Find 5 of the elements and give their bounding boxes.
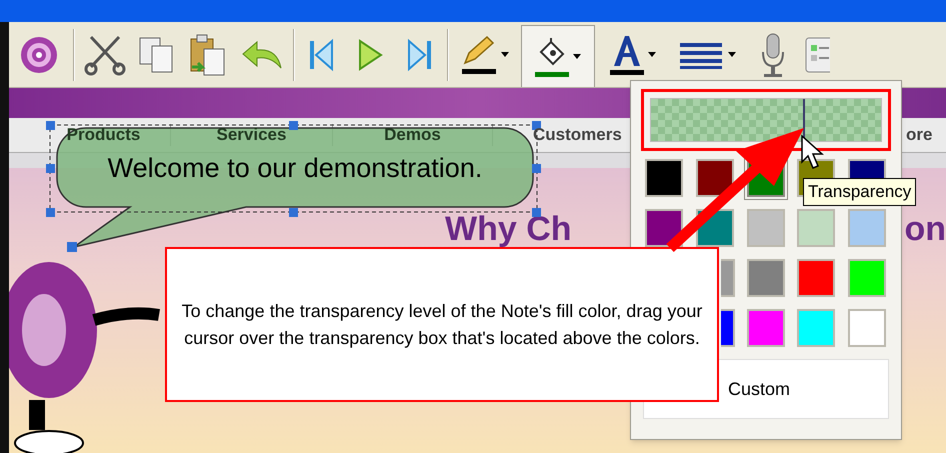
page-heading: on — [904, 212, 946, 246]
note-text: Welcome to our demonstration. — [106, 152, 484, 184]
tooltip: Transparency — [803, 178, 916, 206]
instruction-text: To change the transparency level of the Note's fill color, drag your cursor over the transparency box that's located above the colors. — [180, 300, 704, 350]
page-heading: Why Ch — [445, 212, 572, 246]
